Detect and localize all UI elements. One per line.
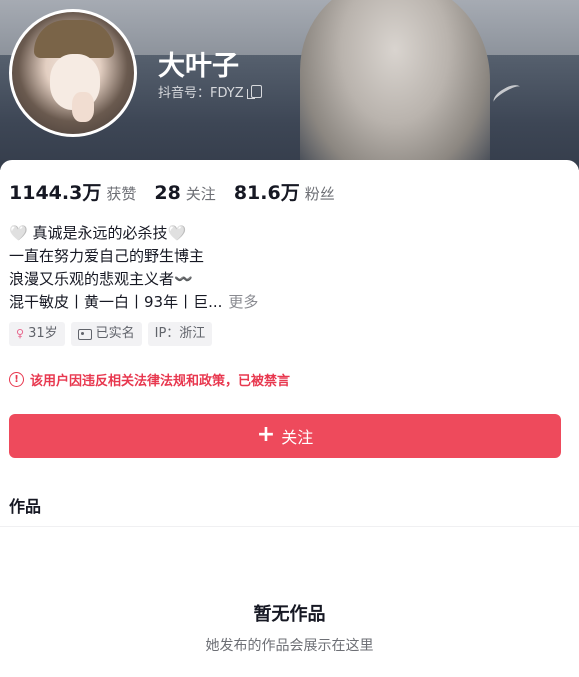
empty-works-subtitle: 她发布的作品会展示在这里 [205, 638, 374, 654]
bio-line-4: 混干敏皮丨黄一白丨93年丨巨... 更多 [9, 291, 258, 314]
tag-verified: 已实名 [70, 322, 142, 346]
followers-label: 粉丝 [304, 185, 335, 203]
followers-value: 81.6万 [233, 182, 300, 204]
copy-icon[interactable] [246, 85, 262, 99]
tag-verified-label: 已实名 [95, 326, 135, 341]
stat-following[interactable]: 28 关注 [154, 182, 215, 204]
tag-ip: IP：浙江 [147, 322, 213, 346]
avatar-hand [72, 92, 94, 122]
avatar[interactable] [9, 9, 137, 137]
likes-value: 1144.3万 [9, 182, 102, 204]
bio-line-2: 一直在努力爱自己的野生博主 [9, 247, 205, 265]
tag-age-label: 31岁 [28, 326, 58, 341]
follow-button[interactable]: + 关注 [9, 414, 561, 458]
profile-card: 1144.3万 获赞 28 关注 81.6万 粉丝 🤍 真诚是永远的必杀技🤍 一… [0, 160, 579, 677]
douyin-id-label: 抖音号：FDYZ [158, 86, 244, 101]
likes-label: 获赞 [106, 185, 137, 203]
divider [0, 526, 579, 527]
bio-line-4-text: 混干敏皮丨黄一白丨93年丨巨... [9, 293, 223, 311]
profile-name: 大叶子 [158, 51, 239, 82]
bio: 🤍 真诚是永远的必杀技🤍 一直在努力爱自己的野生博主 浪漫又乐观的悲观主义者〰️… [9, 222, 258, 314]
id-card-icon [77, 328, 92, 340]
stat-likes: 1144.3万 获赞 [9, 178, 136, 205]
plus-icon: + [256, 422, 276, 447]
bio-line-3: 浪漫又乐观的悲观主义者〰️ [9, 270, 193, 288]
bio-more-link[interactable]: 更多 [228, 293, 258, 311]
exclamation-circle-icon: ! [9, 372, 24, 387]
tag-age: ♀ 31岁 [9, 322, 65, 346]
ban-warning-text: 该用户因违反相关法律法规和政策，已被禁言 [30, 374, 291, 389]
following-label: 关注 [185, 185, 216, 203]
douyin-id[interactable]: 抖音号：FDYZ [158, 82, 262, 101]
follow-button-label: 关注 [281, 428, 314, 447]
tab-works[interactable]: 作品 [9, 493, 41, 517]
female-icon: ♀ [16, 327, 25, 340]
tag-row: ♀ 31岁 已实名 IP：浙江 [9, 322, 213, 346]
empty-works-title: 暂无作品 [253, 604, 326, 625]
stat-followers[interactable]: 81.6万 粉丝 [234, 178, 335, 205]
bio-line-1: 🤍 真诚是永远的必杀技🤍 [9, 224, 187, 242]
avatar-hat [34, 20, 114, 58]
following-value: 28 [154, 182, 181, 204]
ban-warning: ! 该用户因违反相关法律法规和政策，已被禁言 [9, 370, 290, 389]
banner-figure-image [300, 0, 490, 170]
tag-ip-label: IP：浙江 [154, 326, 206, 341]
stats-row: 1144.3万 获赞 28 关注 81.6万 粉丝 [9, 178, 353, 205]
